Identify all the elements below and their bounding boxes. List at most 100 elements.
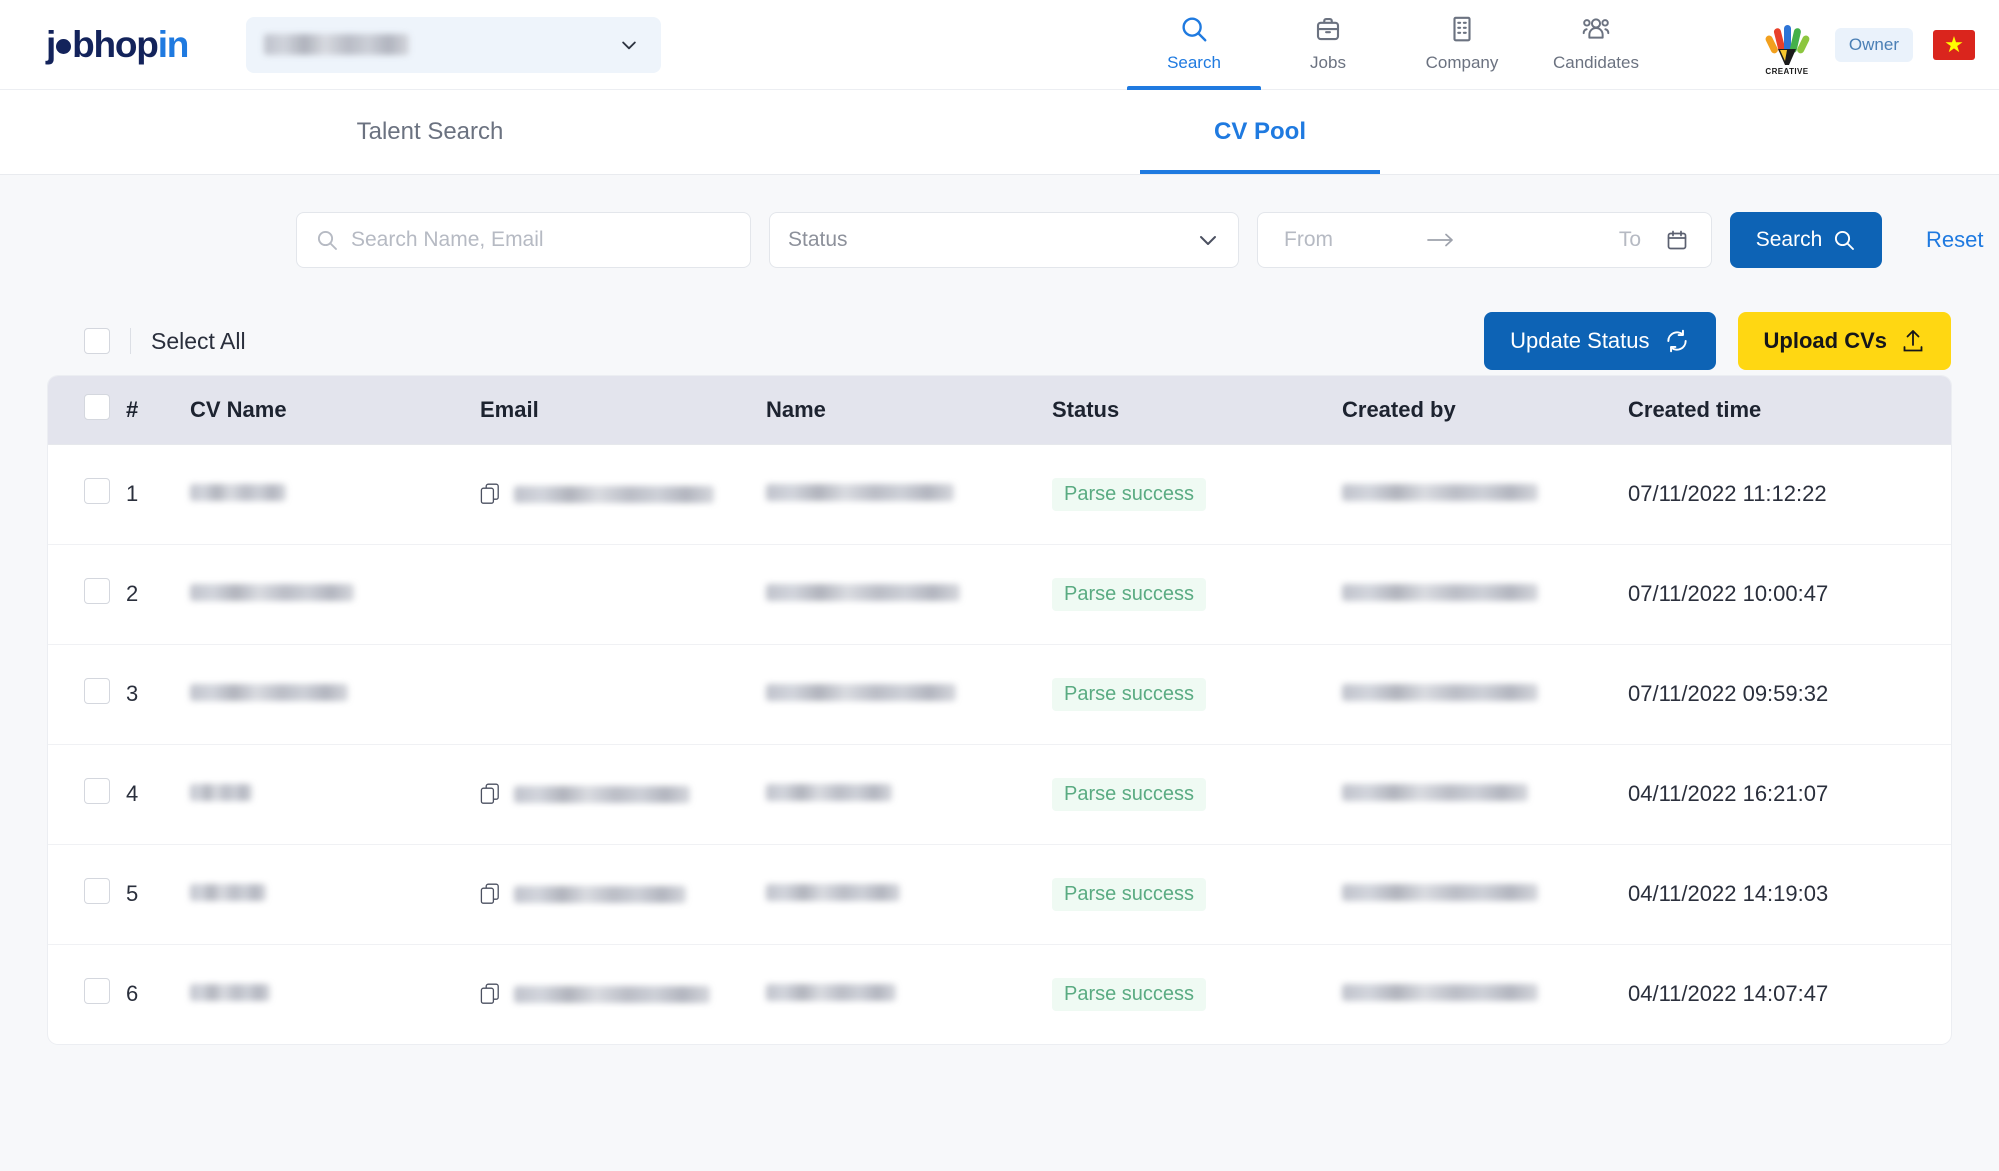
header-index[interactable]: # — [126, 376, 190, 444]
nav-item-jobs[interactable]: Jobs — [1261, 0, 1395, 90]
language-flag-vietnam[interactable]: ★ — [1933, 30, 1975, 60]
chevron-down-icon — [622, 41, 636, 49]
cv-name-redacted — [190, 884, 266, 901]
row-checkbox[interactable] — [84, 778, 110, 804]
status-badge: Parse success — [1052, 477, 1207, 511]
cell-status: Parse success — [1052, 444, 1342, 544]
role-badge-owner[interactable]: Owner — [1834, 28, 1913, 62]
row-checkbox[interactable] — [84, 878, 110, 904]
copy-icon[interactable] — [480, 783, 500, 805]
status-badge: Parse success — [1052, 677, 1207, 711]
cell-cv-name[interactable] — [190, 844, 480, 944]
table-row[interactable]: 5 Parse success 04/11/2022 14:19:03 — [48, 844, 1951, 944]
cell-name[interactable] — [766, 444, 1052, 544]
upload-cvs-button[interactable]: Upload CVs — [1737, 312, 1951, 370]
row-checkbox[interactable] — [84, 478, 110, 504]
cell-name[interactable] — [766, 544, 1052, 644]
row-select-cell — [48, 544, 126, 644]
upload-icon — [1903, 330, 1923, 352]
copy-icon[interactable] — [480, 483, 500, 505]
table-row[interactable]: 1 Parse success 07/11/2022 11:12:22 — [48, 444, 1951, 544]
nav-item-search[interactable]: Search — [1127, 0, 1261, 90]
secondary-tab-bar: Talent Search CV Pool — [0, 90, 1999, 175]
date-to-placeholder: To — [1618, 228, 1641, 251]
cell-name[interactable] — [766, 644, 1052, 744]
row-checkbox[interactable] — [84, 678, 110, 704]
cv-pool-table: # CV Name Email Name Status Created by C… — [48, 376, 1951, 1044]
tab-label-talent-search: Talent Search — [356, 118, 504, 145]
cell-cv-name[interactable] — [190, 444, 480, 544]
cell-email[interactable] — [480, 644, 766, 744]
nav-item-company[interactable]: Company — [1395, 0, 1529, 90]
cell-created-time: 07/11/2022 11:12:22 — [1628, 481, 1827, 506]
row-select-cell — [48, 844, 126, 944]
cv-name-redacted — [190, 984, 270, 1002]
briefcase-icon — [1313, 11, 1343, 47]
header-created-time[interactable]: Created time — [1628, 376, 1951, 444]
header-email[interactable]: Email — [480, 376, 766, 444]
header-status[interactable]: Status — [1052, 376, 1342, 444]
select-all-checkbox[interactable] — [84, 328, 110, 354]
table-row[interactable]: 2 Parse success 07/11/2022 10:00:47 — [48, 544, 1951, 644]
cell-created-by — [1342, 444, 1628, 544]
cv-name-redacted — [190, 484, 286, 501]
cell-cv-name[interactable] — [190, 544, 480, 644]
table-row[interactable]: 4 Parse success 04/11/2022 16:21:07 — [48, 744, 1951, 844]
cell-email[interactable] — [480, 744, 766, 844]
row-select-cell — [48, 644, 126, 744]
row-checkbox[interactable] — [84, 978, 110, 1005]
cv-name-redacted — [190, 584, 354, 601]
date-from-placeholder: From — [1284, 228, 1333, 251]
divider — [130, 328, 131, 354]
search-button[interactable]: Search — [1730, 212, 1882, 268]
name-redacted — [766, 684, 956, 701]
cell-cv-name[interactable] — [190, 644, 480, 744]
table-row[interactable]: 3 Parse success 07/11/2022 09:59:32 — [48, 644, 1951, 744]
cell-email[interactable] — [480, 444, 766, 544]
status-filter-select[interactable]: Status — [769, 212, 1239, 268]
cell-created-time: 04/11/2022 16:21:07 — [1628, 781, 1829, 806]
cell-cv-name[interactable] — [190, 744, 480, 844]
row-checkbox[interactable] — [84, 578, 110, 604]
cell-name[interactable] — [766, 744, 1052, 844]
search-input-placeholder: Search Name, Email — [351, 228, 544, 251]
nav-item-candidates[interactable]: Candidates — [1529, 0, 1663, 90]
cell-name[interactable] — [766, 844, 1052, 944]
cell-created-by — [1342, 744, 1628, 844]
arrow-right-icon — [1427, 233, 1453, 247]
cell-index: 5 — [126, 881, 139, 906]
date-range-picker[interactable]: From To — [1257, 212, 1712, 268]
copy-icon[interactable] — [480, 983, 500, 1005]
tab-cv-pool[interactable]: CV Pool — [1010, 90, 1510, 174]
cell-status: Parse success — [1052, 544, 1342, 644]
upload-cvs-label: Upload CVs — [1763, 328, 1887, 353]
header-name[interactable]: Name — [766, 376, 1052, 444]
cell-cv-name[interactable] — [190, 944, 480, 1044]
copy-icon[interactable] — [480, 883, 500, 905]
header-select-all-checkbox[interactable] — [84, 393, 110, 420]
cell-email[interactable] — [480, 544, 766, 644]
cell-email[interactable] — [480, 844, 766, 944]
reset-filters-link[interactable]: Reset — [1926, 227, 1983, 253]
status-badge: Parse success — [1052, 877, 1207, 911]
creative-company-logo[interactable]: CREATIVE — [1759, 14, 1815, 76]
cell-email[interactable] — [480, 944, 766, 1044]
organization-selector[interactable] — [246, 16, 662, 73]
cell-name[interactable] — [766, 944, 1052, 1044]
email-redacted — [514, 785, 690, 803]
update-status-button[interactable]: Update Status — [1484, 312, 1716, 370]
status-badge: Parse success — [1052, 577, 1207, 611]
search-input-wrapper[interactable]: Search Name, Email — [296, 212, 751, 268]
colorful-hand-icon — [1765, 25, 1810, 65]
header-select-all-cell — [48, 376, 126, 444]
calendar-icon[interactable] — [1665, 228, 1689, 252]
header-created-by[interactable]: Created by — [1342, 376, 1628, 444]
cell-created-time: 07/11/2022 10:00:47 — [1628, 581, 1829, 606]
name-redacted — [766, 884, 900, 901]
table-row[interactable]: 6 Parse success 04/11/2022 14:07:47 — [48, 944, 1951, 1044]
jobhopin-logo[interactable]: j bhop in — [46, 24, 189, 66]
header-cv-name[interactable]: CV Name — [190, 376, 480, 444]
email-group — [480, 983, 766, 1005]
cell-created-by — [1342, 544, 1628, 644]
tab-talent-search[interactable]: Talent Search — [140, 90, 720, 174]
